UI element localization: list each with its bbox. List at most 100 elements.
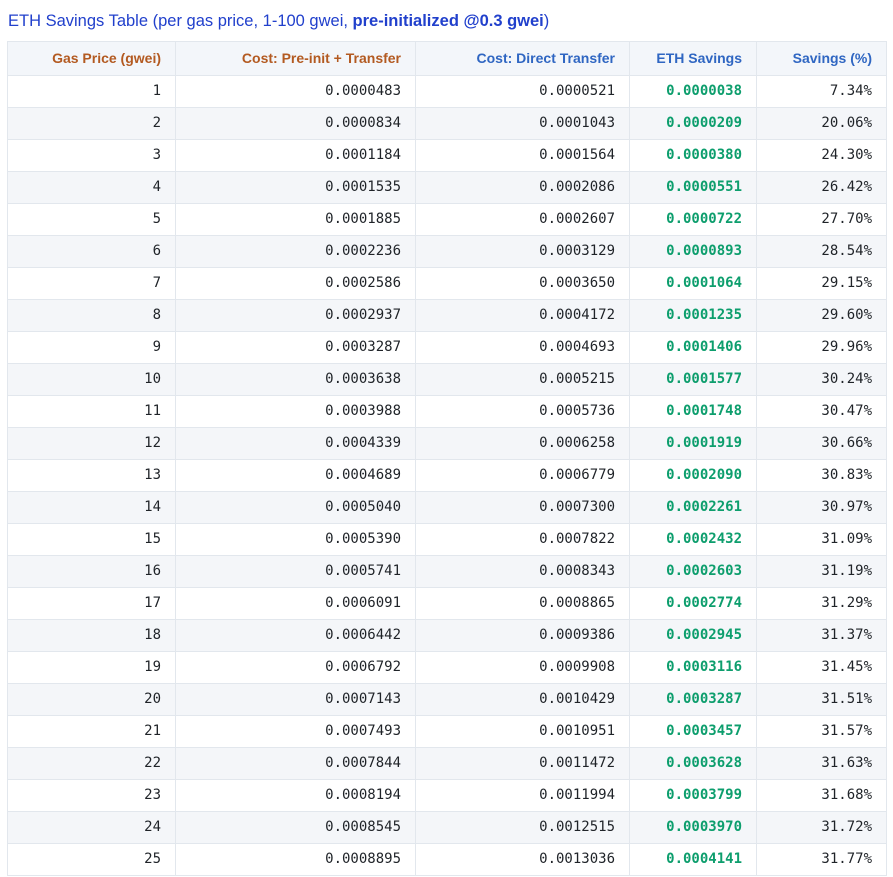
cost-direct-cell: 0.0007822	[415, 523, 630, 556]
savings-pct-cell: 31.68%	[756, 779, 887, 812]
header-eth-savings: ETH Savings	[629, 41, 757, 76]
cost-preinit-cell: 0.0005741	[175, 555, 416, 588]
gas-price-cell: 13	[7, 459, 176, 492]
cost-direct-cell: 0.0004172	[415, 299, 630, 332]
eth-savings-cell: 0.0000893	[629, 235, 757, 268]
eth-savings-cell: 0.0002945	[629, 619, 757, 652]
savings-pct-cell: 29.15%	[756, 267, 887, 300]
savings-pct-cell: 31.51%	[756, 683, 887, 716]
savings-pct-cell: 30.66%	[756, 427, 887, 460]
savings-pct-cell: 30.47%	[756, 395, 887, 428]
savings-pct-cell: 31.57%	[756, 715, 887, 748]
gas-price-cell: 20	[7, 683, 176, 716]
cost-preinit-cell: 0.0006442	[175, 619, 416, 652]
cost-direct-cell: 0.0011994	[415, 779, 630, 812]
gas-price-cell: 14	[7, 491, 176, 524]
cost-preinit-cell: 0.0000483	[175, 75, 416, 108]
gas-price-cell: 17	[7, 587, 176, 620]
cost-direct-cell: 0.0010429	[415, 683, 630, 716]
cost-direct-cell: 0.0008865	[415, 587, 630, 620]
table-row: 2 0.0000834 0.0001043 0.0000209 20.06%	[7, 107, 887, 140]
savings-pct-cell: 31.63%	[756, 747, 887, 780]
table-row: 10 0.0003638 0.0005215 0.0001577 30.24%	[7, 363, 887, 396]
table-row: 18 0.0006442 0.0009386 0.0002945 31.37%	[7, 619, 887, 652]
gas-price-cell: 3	[7, 139, 176, 172]
savings-pct-cell: 31.72%	[756, 811, 887, 844]
cost-direct-cell: 0.0005736	[415, 395, 630, 428]
gas-price-cell: 25	[7, 843, 176, 876]
cost-direct-cell: 0.0008343	[415, 555, 630, 588]
savings-pct-cell: 31.09%	[756, 523, 887, 556]
table-row: 21 0.0007493 0.0010951 0.0003457 31.57%	[7, 715, 887, 748]
cost-preinit-cell: 0.0002937	[175, 299, 416, 332]
savings-pct-cell: 27.70%	[756, 203, 887, 236]
eth-savings-cell: 0.0002432	[629, 523, 757, 556]
gas-price-cell: 16	[7, 555, 176, 588]
table-row: 5 0.0001885 0.0002607 0.0000722 27.70%	[7, 203, 887, 236]
cost-direct-cell: 0.0000521	[415, 75, 630, 108]
eth-savings-cell: 0.0004141	[629, 843, 757, 876]
table-row: 17 0.0006091 0.0008865 0.0002774 31.29%	[7, 587, 887, 620]
gas-price-cell: 24	[7, 811, 176, 844]
savings-pct-cell: 26.42%	[756, 171, 887, 204]
cost-preinit-cell: 0.0001885	[175, 203, 416, 236]
cost-preinit-cell: 0.0008545	[175, 811, 416, 844]
eth-savings-cell: 0.0003116	[629, 651, 757, 684]
gas-price-cell: 15	[7, 523, 176, 556]
header-cost-direct: Cost: Direct Transfer	[415, 41, 630, 76]
cost-direct-cell: 0.0003650	[415, 267, 630, 300]
eth-savings-cell: 0.0000380	[629, 139, 757, 172]
cost-direct-cell: 0.0002607	[415, 203, 630, 236]
eth-savings-cell: 0.0000209	[629, 107, 757, 140]
savings-pct-cell: 31.45%	[756, 651, 887, 684]
cost-direct-cell: 0.0013036	[415, 843, 630, 876]
gas-price-cell: 22	[7, 747, 176, 780]
eth-savings-cell: 0.0002774	[629, 587, 757, 620]
eth-savings-cell: 0.0003287	[629, 683, 757, 716]
cost-preinit-cell: 0.0000834	[175, 107, 416, 140]
title-bold-segment: pre-initialized @0.3 gwei	[352, 12, 544, 30]
table-row: 7 0.0002586 0.0003650 0.0001064 29.15%	[7, 267, 887, 300]
cost-preinit-cell: 0.0003638	[175, 363, 416, 396]
savings-pct-cell: 31.29%	[756, 587, 887, 620]
eth-savings-cell: 0.0001406	[629, 331, 757, 364]
cost-direct-cell: 0.0003129	[415, 235, 630, 268]
cost-direct-cell: 0.0001043	[415, 107, 630, 140]
gas-price-cell: 10	[7, 363, 176, 396]
cost-preinit-cell: 0.0008895	[175, 843, 416, 876]
eth-savings-cell: 0.0001064	[629, 267, 757, 300]
cost-direct-cell: 0.0012515	[415, 811, 630, 844]
eth-savings-cell: 0.0002261	[629, 491, 757, 524]
header-savings-pct: Savings (%)	[756, 41, 887, 76]
table-row: 15 0.0005390 0.0007822 0.0002432 31.09%	[7, 523, 887, 556]
cost-preinit-cell: 0.0003287	[175, 331, 416, 364]
cost-preinit-cell: 0.0006792	[175, 651, 416, 684]
savings-pct-cell: 31.77%	[756, 843, 887, 876]
gas-price-cell: 9	[7, 331, 176, 364]
savings-pct-cell: 31.37%	[756, 619, 887, 652]
table-row: 19 0.0006792 0.0009908 0.0003116 31.45%	[7, 651, 887, 684]
gas-price-cell: 12	[7, 427, 176, 460]
table-row: 9 0.0003287 0.0004693 0.0001406 29.96%	[7, 331, 887, 364]
table-row: 22 0.0007844 0.0011472 0.0003628 31.63%	[7, 747, 887, 780]
cost-preinit-cell: 0.0008194	[175, 779, 416, 812]
eth-savings-cell: 0.0003457	[629, 715, 757, 748]
cost-direct-cell: 0.0004693	[415, 331, 630, 364]
table-row: 4 0.0001535 0.0002086 0.0000551 26.42%	[7, 171, 887, 204]
eth-savings-cell: 0.0002090	[629, 459, 757, 492]
table-row: 23 0.0008194 0.0011994 0.0003799 31.68%	[7, 779, 887, 812]
page-title: ETH Savings Table (per gas price, 1-100 …	[0, 0, 893, 41]
cost-preinit-cell: 0.0004339	[175, 427, 416, 460]
cost-preinit-cell: 0.0005390	[175, 523, 416, 556]
table-row: 12 0.0004339 0.0006258 0.0001919 30.66%	[7, 427, 887, 460]
gas-price-cell: 21	[7, 715, 176, 748]
savings-pct-cell: 29.96%	[756, 331, 887, 364]
eth-savings-cell: 0.0003628	[629, 747, 757, 780]
cost-direct-cell: 0.0006779	[415, 459, 630, 492]
gas-price-cell: 1	[7, 75, 176, 108]
savings-pct-cell: 31.19%	[756, 555, 887, 588]
table-header-row: Gas Price (gwei) Cost: Pre-init + Transf…	[7, 41, 887, 76]
eth-savings-cell: 0.0002603	[629, 555, 757, 588]
cost-direct-cell: 0.0001564	[415, 139, 630, 172]
table-row: 3 0.0001184 0.0001564 0.0000380 24.30%	[7, 139, 887, 172]
